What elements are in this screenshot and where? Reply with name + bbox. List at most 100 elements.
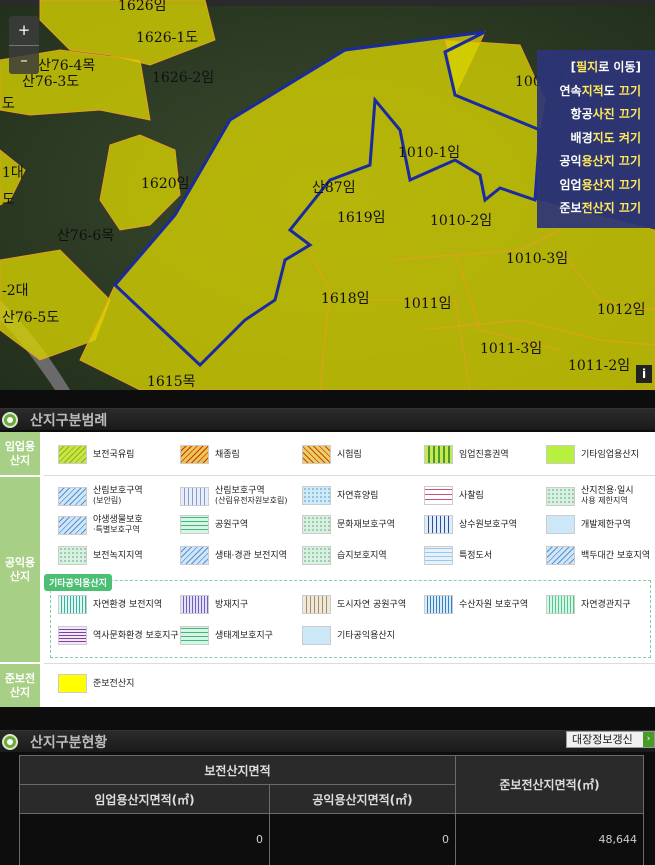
update-ledger-button[interactable]: 대장정보갱신 › (566, 731, 655, 748)
legend-item: 준보전산지 (58, 674, 134, 693)
legend-item: 산지전용·일시 사용 제한지역 (546, 486, 634, 506)
parcel-label: 산76-4목 (38, 58, 95, 74)
zoom-out-button[interactable]: – (9, 45, 39, 74)
parcel-label: 1619임 (337, 210, 386, 226)
parcel-label: 산76-3도 (22, 74, 79, 90)
legend-label: 습지보호지역 (337, 550, 387, 561)
legend-swatch (58, 486, 87, 506)
legend-swatch (58, 546, 87, 565)
legend-label: 채종림 (215, 449, 240, 460)
legend-swatch (58, 515, 87, 535)
legend-swatch (302, 546, 331, 565)
info-button[interactable]: i (636, 365, 652, 383)
parcel-label: 산76-5도 (2, 310, 59, 326)
legend-swatch (424, 595, 453, 614)
legend-swatch (58, 595, 87, 614)
value-semi: 48,644 (455, 813, 644, 865)
status-title: 산지구분현황 (30, 735, 108, 751)
legend-item: 야생생물보호 ·특별보호구역 (58, 515, 143, 535)
legend-item: 방재지구 (180, 595, 248, 614)
parcel-label: -2대 (2, 283, 29, 299)
parcel-label: 1011-2임 (568, 358, 630, 374)
legend-item: 자연경관지구 (546, 595, 631, 614)
legend-item: 사찰림 (424, 486, 484, 505)
legend-label: 개발제한구역 (581, 519, 631, 530)
zoom-in-button[interactable]: + (9, 16, 39, 45)
parcel-label: 1626임 (118, 0, 167, 14)
legend-label: 자연경관지구 (581, 599, 631, 610)
arrow-right-icon: › (643, 732, 654, 747)
legend-swatch (546, 546, 575, 565)
header-forestry: 임업용산지면적(㎡) (19, 784, 270, 814)
layer-toggle[interactable]: 준보전산지 끄기 (537, 199, 655, 223)
layer-toggle[interactable]: [필지로 이동] (537, 58, 655, 82)
legend-item: 특정도서 (424, 546, 492, 565)
legend-label: 자연환경 보전지역 (93, 599, 163, 610)
legend-label: 산지전용·일시 사용 제한지역 (581, 486, 634, 505)
layer-toggle[interactable]: 항공사진 끄기 (537, 105, 655, 129)
legend-item: 역사문화환경 보호지구 (58, 626, 179, 645)
legend-item: 수산자원 보호구역 (424, 595, 528, 614)
header-public: 공익용산지면적(㎡) (269, 784, 456, 814)
layer-toggle[interactable]: 임업용산지 끄기 (537, 176, 655, 200)
header-conservation: 보전산지면적 (19, 755, 456, 785)
parcel-label: 1615목 (147, 374, 196, 390)
layer-toggle[interactable]: 배경지도 켜기 (537, 129, 655, 153)
legend-header: 산지구분범례 (0, 408, 655, 430)
legend-label: 사찰림 (459, 490, 484, 501)
status-header: 산지구분현황 (0, 730, 655, 752)
parcel-label: 1010-3임 (506, 251, 568, 267)
legend-label: 자연휴양림 (337, 490, 379, 501)
legend-title: 산지구분범례 (30, 413, 108, 429)
update-ledger-label: 대장정보갱신 (572, 733, 633, 746)
legend-item: 기타공익용산지 (302, 626, 395, 645)
legend-swatch (424, 546, 453, 565)
legend-label: 보전녹지지역 (93, 550, 143, 561)
side-label-public: 공익용 산지 (0, 477, 40, 662)
divider (44, 475, 655, 476)
legend-label: 임업진흥권역 (459, 449, 509, 460)
legend-item: 자연환경 보전지역 (58, 595, 162, 614)
legend-swatch (302, 515, 331, 534)
legend-label: 공원구역 (215, 519, 249, 530)
legend-label: 기타임업용산지 (581, 449, 639, 460)
legend-label: 방재지구 (215, 599, 249, 610)
legend-swatch (180, 445, 209, 464)
legend-item: 채종림 (180, 445, 240, 464)
legend-item: 기타임업용산지 (546, 445, 639, 464)
layer-toggle[interactable]: 연속지적도 끄기 (537, 82, 655, 106)
legend-item: 상수원보호구역 (424, 515, 517, 534)
legend-label: 산림보호구역 (보안림) (93, 486, 143, 505)
other-public-tag: 기타공익용산지 (44, 574, 112, 591)
parcel-label: 1012임 (597, 302, 646, 318)
legend-item: 개발제한구역 (546, 515, 631, 534)
legend-swatch (424, 486, 453, 505)
legend-label: 특정도서 (459, 550, 493, 561)
legend-item: 도시자연 공원구역 (302, 595, 406, 614)
layer-toggle[interactable]: 공익용산지 끄기 (537, 152, 655, 176)
legend-item: 보전녹지지역 (58, 546, 143, 565)
legend-swatch (546, 515, 575, 534)
legend-swatch (302, 626, 331, 645)
parcel-label: 1626-2임 (152, 70, 214, 86)
legend-label: 야생생물보호 ·특별보호구역 (93, 515, 143, 534)
legend-swatch (302, 595, 331, 614)
legend-label: 시험림 (337, 449, 362, 460)
legend-label: 준보전산지 (93, 678, 135, 689)
legend-label: 백두대간 보호지역 (581, 550, 651, 561)
legend-swatch (546, 595, 575, 614)
map-view[interactable]: 1626임 1626-1도 산76-4목 산76-3도 1626-2임 도 1대 도 1620임… (0, 0, 655, 390)
legend-item: 자연휴양림 (302, 486, 378, 505)
value-public: 0 (269, 813, 456, 865)
legend-item: 백두대간 보호지역 (546, 546, 650, 565)
side-label-forestry: 임업용 산지 (0, 432, 40, 475)
legend-swatch (302, 445, 331, 464)
parcel-label: 1010-2임 (430, 213, 492, 229)
parcel-label: 1대 (2, 165, 24, 181)
legend-item: 문화재보호구역 (302, 515, 395, 534)
section-bullet-icon (2, 412, 18, 428)
legend-label: 도시자연 공원구역 (337, 599, 407, 610)
legend-swatch (546, 486, 575, 506)
legend-panel: 임업용 산지 공익용 산지 준보전 산지 기타공익용산지 보전국유림 채종림 시험림… (0, 432, 655, 707)
legend-item: 보전국유림 (58, 445, 134, 464)
